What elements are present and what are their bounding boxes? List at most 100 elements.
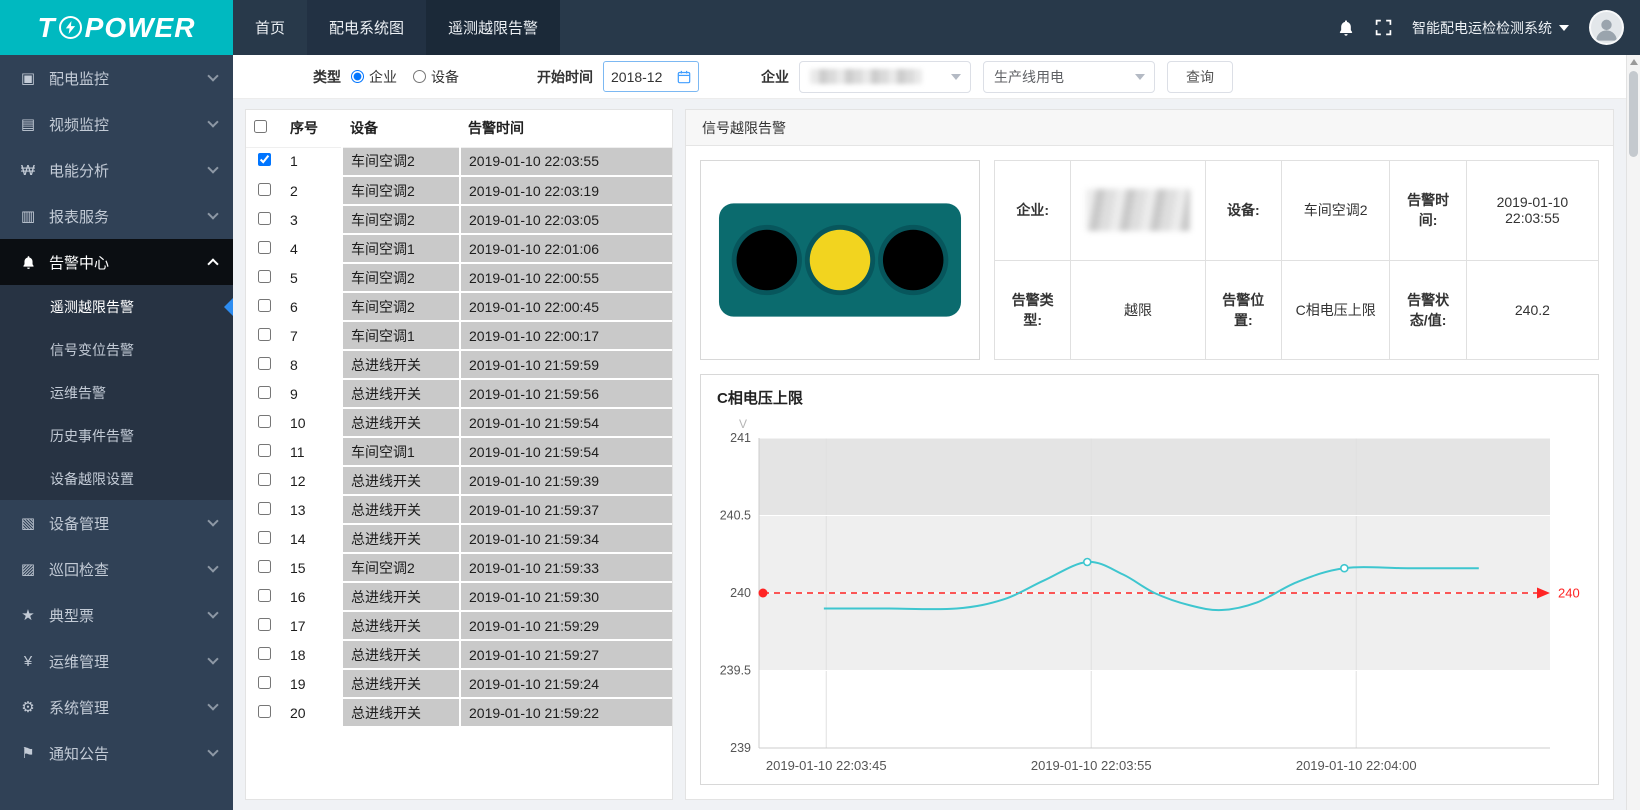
start-time-input[interactable]: 2018-12 [603,61,699,92]
nav-tab-2[interactable]: 遥测越限告警 [426,0,560,55]
sidebar-subitem[interactable]: 运维告警 [0,371,233,414]
sidebar-subitem[interactable]: 遥测越限告警 [0,285,233,328]
sidebar-subitem[interactable]: 信号变位告警 [0,328,233,371]
sidebar-item-patrol[interactable]: ▨巡回检查 [0,546,233,592]
calendar-icon [677,70,691,84]
table-row[interactable]: 5车间空调22019-01-10 22:00:55 [246,263,673,292]
nav-tab-0[interactable]: 首页 [233,0,307,55]
row-checkbox[interactable] [258,705,271,718]
row-no: 18 [282,640,342,669]
type-radio-device-input[interactable] [413,70,426,83]
nav-tabs: 首页配电系统图遥测越限告警 [233,0,560,55]
row-checkbox[interactable] [258,473,271,486]
row-time: 2019-01-10 21:59:59 [460,350,673,379]
row-checkbox[interactable] [258,212,271,225]
row-device: 车间空调1 [342,437,460,466]
row-checkbox[interactable] [258,386,271,399]
row-checkbox[interactable] [258,589,271,602]
row-checkbox[interactable] [258,153,271,166]
row-no: 5 [282,263,342,292]
notification-bell-icon[interactable] [1337,19,1355,37]
row-checkbox[interactable] [258,357,271,370]
row-checkbox[interactable] [258,647,271,660]
user-avatar[interactable] [1589,10,1624,45]
row-time: 2019-01-10 22:01:06 [460,234,673,263]
row-checkbox[interactable] [258,415,271,428]
table-row[interactable]: 16总进线开关2019-01-10 21:59:30 [246,582,673,611]
sidebar-item-device[interactable]: ▧设备管理 [0,500,233,546]
enterprise-select[interactable] [799,61,971,93]
system-name-menu[interactable]: 智能配电运检检测系统 [1412,18,1569,38]
table-row[interactable]: 2车间空调22019-01-10 22:03:19 [246,176,673,205]
sidebar-item-report[interactable]: ▥报表服务 [0,193,233,239]
table-row[interactable]: 7车间空调12019-01-10 22:00:17 [246,321,673,350]
type-radio-enterprise-input[interactable] [351,70,364,83]
scroll-up-arrow[interactable] [1630,59,1638,65]
top-bar: 首页配电系统图遥测越限告警 智能配电运检检测系统 [233,0,1640,55]
row-checkbox[interactable] [258,531,271,544]
info-time-label: 告警时间: [1390,161,1466,261]
type-radio-device[interactable]: 设备 [413,67,459,87]
voltage-chart-card: C相电压上限 2019-01-10 22:03:452019-01-10 22:… [700,374,1599,785]
row-checkbox[interactable] [258,328,271,341]
table-row[interactable]: 15车间空调22019-01-10 21:59:33 [246,553,673,582]
sidebar-item-energy[interactable]: ₩电能分析 [0,147,233,193]
sidebar-item-ops[interactable]: ¥运维管理 [0,638,233,684]
row-device: 车间空调2 [342,205,460,234]
row-no: 1 [282,147,342,176]
fullscreen-icon[interactable] [1375,19,1392,36]
row-checkbox[interactable] [258,676,271,689]
row-checkbox[interactable] [258,241,271,254]
sidebar-subitem[interactable]: 历史事件告警 [0,414,233,457]
row-no: 15 [282,553,342,582]
table-row[interactable]: 20总进线开关2019-01-10 21:59:22 [246,698,673,727]
table-row[interactable]: 8总进线开关2019-01-10 21:59:59 [246,350,673,379]
row-time: 2019-01-10 22:03:55 [460,147,673,176]
table-row[interactable]: 9总进线开关2019-01-10 21:59:56 [246,379,673,408]
row-checkbox[interactable] [258,270,271,283]
table-row[interactable]: 4车间空调12019-01-10 22:01:06 [246,234,673,263]
sidebar-item-system[interactable]: ⚙系统管理 [0,684,233,730]
row-checkbox[interactable] [258,183,271,196]
sidebar-subitem[interactable]: 设备越限设置 [0,457,233,500]
query-button[interactable]: 查询 [1167,61,1233,93]
line-select[interactable]: 生产线用电 [983,61,1155,93]
row-device: 总进线开关 [342,524,460,553]
sidebar-item-ticket[interactable]: ★典型票 [0,592,233,638]
table-row[interactable]: 17总进线开关2019-01-10 21:59:29 [246,611,673,640]
row-device: 车间空调1 [342,234,460,263]
sidebar-item-monitor[interactable]: ▣配电监控 [0,55,233,101]
sidebar-item-notice[interactable]: ⚑通知公告 [0,730,233,776]
table-row[interactable]: 13总进线开关2019-01-10 21:59:37 [246,495,673,524]
type-radio-enterprise[interactable]: 企业 [351,67,397,87]
table-row[interactable]: 12总进线开关2019-01-10 21:59:39 [246,466,673,495]
nav-tab-1[interactable]: 配电系统图 [307,0,426,55]
table-row[interactable]: 3车间空调22019-01-10 22:03:05 [246,205,673,234]
table-row[interactable]: 19总进线开关2019-01-10 21:59:24 [246,669,673,698]
sidebar-submenu: 遥测越限告警信号变位告警运维告警历史事件告警设备越限设置 [0,285,233,500]
row-device: 车间空调2 [342,147,460,176]
info-time-value: 2019-01-10 22:03:55 [1466,161,1598,261]
table-row[interactable]: 11车间空调12019-01-10 21:59:54 [246,437,673,466]
sidebar-item-video[interactable]: ▤视频监控 [0,101,233,147]
table-row[interactable]: 14总进线开关2019-01-10 21:59:34 [246,524,673,553]
traffic-light-icon [718,202,962,318]
table-row[interactable]: 6车间空调22019-01-10 22:00:45 [246,292,673,321]
table-row[interactable]: 10总进线开关2019-01-10 21:59:54 [246,408,673,437]
chevron-down-icon [1135,74,1145,80]
row-checkbox[interactable] [258,618,271,631]
vertical-scrollbar[interactable] [1626,55,1640,810]
table-row[interactable]: 1车间空调22019-01-10 22:03:55 [246,147,673,176]
scrollbar-thumb[interactable] [1629,71,1638,157]
select-all-checkbox[interactable] [254,120,267,133]
svg-text:V: V [739,417,747,431]
chevron-icon [207,653,218,664]
row-checkbox[interactable] [258,502,271,515]
table-row[interactable]: 18总进线开关2019-01-10 21:59:27 [246,640,673,669]
svg-text:239: 239 [730,741,751,755]
row-checkbox[interactable] [258,444,271,457]
row-checkbox[interactable] [258,560,271,573]
sidebar-item-bell[interactable]: 告警中心 [0,239,233,285]
row-checkbox[interactable] [258,299,271,312]
row-time: 2019-01-10 22:03:19 [460,176,673,205]
